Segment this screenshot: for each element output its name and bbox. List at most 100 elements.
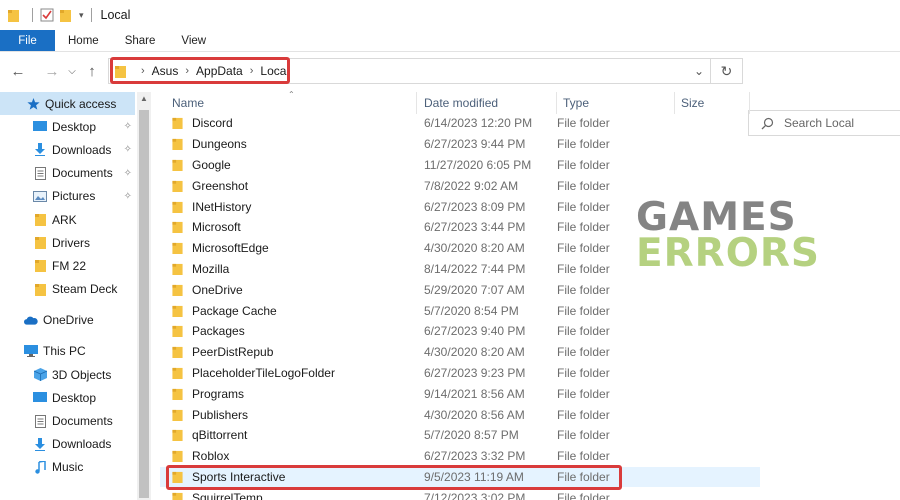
table-row[interactable]: qBittorrent 5/7/2020 8:57 PM File folder — [160, 425, 760, 446]
document-icon — [33, 166, 47, 180]
recent-locations-icon[interactable]: ⌵ — [66, 59, 78, 83]
folder-icon[interactable] — [8, 9, 19, 22]
table-row[interactable]: Discord 6/14/2023 12:20 PM File folder — [160, 113, 760, 134]
sidebar-item-this-pc[interactable]: This PC — [0, 340, 135, 363]
back-icon[interactable]: ← — [8, 59, 28, 83]
pin-icon[interactable]: ✧ — [124, 121, 132, 132]
folder-icon — [172, 201, 183, 213]
table-row[interactable]: Roblox 6/27/2023 3:32 PM File folder — [160, 446, 760, 467]
sidebar-item-documents[interactable]: Documents ✧ — [0, 162, 135, 185]
folder-icon — [172, 284, 183, 296]
table-row[interactable]: Dungeons 6/27/2023 9:44 PM File folder — [160, 134, 760, 155]
file-type: File folder — [557, 345, 610, 360]
file-type: File folder — [557, 303, 610, 318]
date-modified: 7/8/2022 9:02 AM — [424, 178, 519, 193]
sidebar-item-downloads[interactable]: Downloads ✧ — [0, 138, 135, 161]
file-name: Microsoft — [192, 220, 241, 235]
file-type: File folder — [557, 157, 610, 172]
pin-icon[interactable]: ✧ — [124, 191, 132, 202]
sidebar-item-pc-desktop[interactable]: Desktop — [0, 386, 135, 409]
column-header-date[interactable]: Date modified — [417, 92, 557, 114]
up-icon[interactable]: ↑ — [82, 59, 102, 83]
column-header-size[interactable]: Size — [675, 92, 750, 114]
date-modified: 11/27/2020 6:05 PM — [424, 157, 532, 172]
sidebar-item-quick-access[interactable]: Quick access — [0, 92, 135, 116]
scroll-up-icon[interactable]: ▲ — [137, 94, 151, 106]
file-name-cell: Discord — [160, 116, 417, 130]
file-name-cell: PeerDistRepub — [160, 345, 417, 359]
chevron-down-icon[interactable]: ⌄ — [694, 64, 704, 78]
table-row[interactable]: Publishers 4/30/2020 8:56 AM File folder — [160, 404, 760, 425]
table-row[interactable]: Packages 6/27/2023 9:40 PM File folder — [160, 321, 760, 342]
sidebar-item-pc-documents[interactable]: Documents — [0, 409, 135, 432]
star-icon — [26, 97, 40, 110]
sidebar-item-steam-deck[interactable]: Steam Deck — [0, 278, 135, 301]
file-type: File folder — [557, 116, 610, 131]
folder-icon — [172, 347, 183, 359]
date-modified: 4/30/2020 8:20 AM — [424, 345, 525, 360]
file-name: Dungeons — [192, 137, 247, 152]
cube-icon — [33, 368, 47, 382]
tab-file[interactable]: File — [0, 30, 55, 51]
file-name: Greenshot — [192, 178, 249, 193]
table-row[interactable]: Programs 9/14/2021 8:56 AM File folder — [160, 383, 760, 404]
sidebar-item-label: Downloads — [52, 437, 112, 452]
date-modified: 9/14/2021 8:56 AM — [424, 386, 525, 401]
sidebar-item-label: Quick access — [45, 96, 117, 111]
sidebar-item-drivers[interactable]: Drivers — [0, 231, 135, 254]
file-type: File folder — [557, 428, 610, 443]
file-type: File folder — [557, 365, 610, 380]
sidebar-item-desktop[interactable]: Desktop ✧ — [0, 115, 135, 138]
file-name: Mozilla — [192, 261, 230, 276]
column-headers: Name ⌃ Date modified Type Size — [160, 90, 900, 114]
date-modified: 5/7/2020 8:57 PM — [424, 428, 519, 443]
table-row[interactable]: PeerDistRepub 4/30/2020 8:20 AM File folde… — [160, 342, 760, 363]
forward-icon[interactable]: → — [42, 59, 62, 83]
scroll-thumb[interactable] — [139, 110, 149, 498]
file-name-cell: Microsoft — [160, 220, 417, 234]
tab-home[interactable]: Home — [55, 30, 112, 51]
folder-icon — [33, 283, 47, 296]
table-row[interactable]: PlaceholderTileLogoFolder 6/27/2023 9:23 … — [160, 363, 760, 384]
sidebar-item-onedrive[interactable]: OneDrive — [0, 309, 135, 332]
download-icon — [33, 143, 47, 157]
properties-icon[interactable] — [40, 8, 54, 22]
sidebar-item-pictures[interactable]: Pictures ✧ — [0, 185, 135, 208]
sidebar-item-pc-downloads[interactable]: Downloads — [0, 433, 135, 456]
column-header-type[interactable]: Type — [557, 92, 675, 114]
sidebar-item-label: Pictures — [52, 189, 96, 204]
sidebar-item-3d-objects[interactable]: 3D Objects — [0, 363, 135, 386]
tab-share[interactable]: Share — [112, 30, 169, 51]
sidebar-item-ark[interactable]: ARK — [0, 208, 135, 231]
sidebar-item-label: Documents — [52, 166, 113, 181]
column-header-name[interactable]: Name ⌃ — [160, 90, 417, 114]
file-name-cell: Mozilla — [160, 262, 417, 276]
refresh-icon[interactable]: ↻ — [710, 59, 742, 83]
file-name: Publishers — [192, 407, 249, 422]
new-folder-icon[interactable] — [60, 9, 71, 22]
sidebar-item-label: Documents — [52, 414, 113, 429]
table-row[interactable]: OneDrive 5/29/2020 7:07 AM File folder — [160, 279, 760, 300]
tab-view[interactable]: View — [168, 30, 219, 51]
table-row[interactable]: Greenshot 7/8/2022 9:02 AM File folder — [160, 175, 760, 196]
date-modified: 6/27/2023 9:23 PM — [424, 365, 526, 380]
pin-icon[interactable]: ✧ — [124, 144, 132, 155]
date-modified: 4/30/2020 8:20 AM — [424, 241, 525, 256]
table-row[interactable]: Package Cache 5/7/2020 8:54 PM File folder — [160, 300, 760, 321]
search-placeholder: Search Local — [784, 116, 855, 130]
file-name-cell: Roblox — [160, 449, 417, 463]
sidebar-item-music[interactable]: Music — [0, 456, 135, 479]
folder-icon — [172, 326, 183, 338]
file-name: PlaceholderTileLogoFolder — [192, 365, 335, 380]
table-row[interactable]: Google 11/27/2020 6:05 PM File folder — [160, 155, 760, 176]
desktop-icon — [33, 392, 47, 404]
customize-toolbar-icon[interactable]: ▾ — [79, 10, 84, 21]
file-name-cell: Programs — [160, 387, 417, 401]
sidebar-scrollbar[interactable]: ▲ — [137, 92, 151, 500]
download-icon — [33, 437, 47, 451]
pin-icon[interactable]: ✧ — [124, 168, 132, 179]
sidebar-item-fm22[interactable]: FM 22 — [0, 254, 135, 277]
folder-icon — [172, 139, 183, 151]
search-icon — [761, 117, 774, 129]
sidebar-item-label: Downloads — [52, 142, 112, 157]
